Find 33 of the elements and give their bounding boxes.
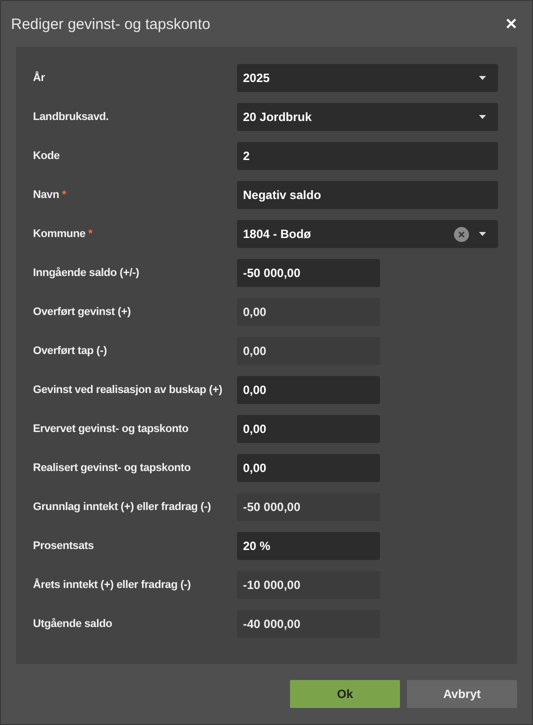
close-button[interactable]: ✕ — [501, 15, 522, 33]
window-title: Rediger gevinst- og tapskonto — [11, 16, 210, 32]
input-field[interactable]: 0,00 — [237, 454, 380, 482]
field-label: Inngående saldo (+/-) — [33, 267, 140, 279]
field-label: Utgående saldo — [33, 618, 114, 630]
field-label: Kode — [33, 150, 61, 162]
field-label: Kommune * — [33, 228, 94, 240]
field-label: Landbruksavd. — [33, 111, 110, 123]
field-label: Overført gevinst (+) — [33, 306, 132, 318]
field-label: Navn * — [33, 189, 68, 201]
select-field[interactable]: 2025 — [237, 64, 498, 92]
field-label: Grunnlag inntekt (+) eller fradrag (-) — [33, 501, 212, 513]
field-label: Årets inntekt (+) eller fradrag (-) — [33, 579, 192, 591]
input-field[interactable]: 0,00 — [237, 376, 380, 404]
field-label: Prosentsats — [33, 540, 95, 552]
field-label: Ervervet gevinst- og tapskonto — [33, 423, 190, 435]
caret-icon — [479, 232, 486, 236]
field-label: Gevinst ved realisasjon av buskap (+) — [33, 384, 224, 396]
select-field[interactable]: 20 Jordbruk — [237, 103, 498, 131]
input-field[interactable]: 0,00 — [237, 415, 380, 443]
input-field[interactable]: 20 % — [237, 532, 380, 560]
field-label: År — [33, 72, 46, 84]
select-field[interactable]: 1804 - Bodø — [237, 220, 498, 248]
clear-icon[interactable] — [454, 226, 469, 242]
field-label: Realisert gevinst- og tapskonto — [33, 462, 192, 474]
caret-icon — [479, 115, 486, 119]
cancel-button[interactable]: Avbryt — [407, 680, 517, 708]
field-label: Overført tap (-) — [33, 345, 108, 357]
input-field[interactable]: 2 — [237, 142, 498, 170]
input-field[interactable]: -50 000,00 — [237, 259, 380, 287]
input-field[interactable]: Negativ saldo — [237, 181, 498, 209]
ok-button[interactable]: Ok — [290, 680, 400, 708]
caret-icon — [479, 76, 486, 80]
